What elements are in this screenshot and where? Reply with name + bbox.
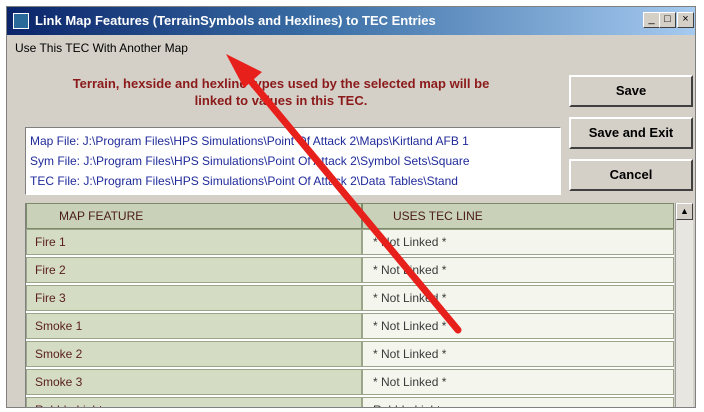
- feature-link-table: MAP FEATURE USES TEC LINE Fire 1 * Not L…: [25, 203, 674, 407]
- title-bar[interactable]: Link Map Features (TerrainSymbols and He…: [7, 7, 695, 35]
- table-row-feature[interactable]: Smoke 2: [26, 341, 362, 367]
- table-row-tec-value[interactable]: Rubble Light: [362, 397, 674, 407]
- map-file-path: Map File: J:\Program Files\HPS Simulatio…: [30, 134, 469, 148]
- table-row-feature[interactable]: Fire 1: [26, 229, 362, 255]
- save-button[interactable]: Save: [569, 75, 693, 107]
- notice-line-2: linked to values in this TEC.: [194, 93, 368, 108]
- app-icon: [13, 13, 29, 29]
- maximize-button[interactable]: □: [659, 12, 676, 28]
- sym-file-path: Sym File: J:\Program Files\HPS Simulatio…: [30, 154, 470, 168]
- column-header-uses-tec-line[interactable]: USES TEC LINE: [362, 203, 674, 229]
- file-paths-box: Map File: J:\Program Files\HPS Simulatio…: [25, 127, 561, 195]
- column-header-map-feature[interactable]: MAP FEATURE: [26, 203, 362, 229]
- table-row-tec-value[interactable]: * Not Linked *: [362, 285, 674, 311]
- table-row-feature[interactable]: Rubble Light: [26, 397, 362, 407]
- table-row-tec-value[interactable]: * Not Linked *: [362, 313, 674, 339]
- minimize-button[interactable]: _: [643, 12, 660, 28]
- table-scrollbar[interactable]: ▲: [675, 203, 693, 407]
- table-row-tec-value[interactable]: * Not Linked *: [362, 369, 674, 395]
- save-and-exit-button[interactable]: Save and Exit: [569, 117, 693, 149]
- table-row-tec-value[interactable]: * Not Linked *: [362, 257, 674, 283]
- instruction-notice: Terrain, hexside and hexline types used …: [21, 75, 541, 109]
- table-row-feature[interactable]: Smoke 3: [26, 369, 362, 395]
- table-row-feature[interactable]: Fire 3: [26, 285, 362, 311]
- table-row-tec-value[interactable]: * Not Linked *: [362, 341, 674, 367]
- close-button[interactable]: ×: [677, 12, 694, 28]
- table-row-tec-value[interactable]: * Not Linked *: [362, 229, 674, 255]
- dialog-window: Link Map Features (TerrainSymbols and He…: [6, 6, 696, 408]
- table-row-feature[interactable]: Fire 2: [26, 257, 362, 283]
- notice-line-1: Terrain, hexside and hexline types used …: [72, 76, 490, 91]
- table-row-feature[interactable]: Smoke 1: [26, 313, 362, 339]
- menu-use-tec-with-another-map[interactable]: Use This TEC With Another Map: [15, 41, 188, 55]
- scroll-up-arrow-icon[interactable]: ▲: [676, 203, 693, 220]
- tec-file-path: TEC File: J:\Program Files\HPS Simulatio…: [30, 174, 458, 188]
- cancel-button[interactable]: Cancel: [569, 159, 693, 191]
- menu-bar: Use This TEC With Another Map: [7, 37, 695, 59]
- window-title: Link Map Features (TerrainSymbols and He…: [35, 13, 436, 28]
